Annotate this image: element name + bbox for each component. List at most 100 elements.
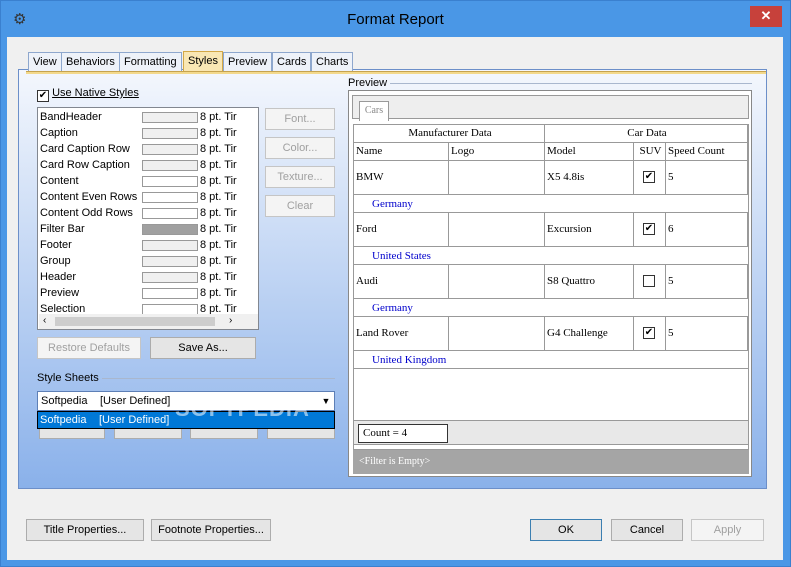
checkbox-unchecked-icon[interactable] <box>643 275 655 287</box>
style-list-item[interactable]: Group 8 pt. Tir <box>39 253 257 269</box>
checkbox-checked-icon[interactable]: ✔ <box>643 171 655 183</box>
style-name: Card Row Caption <box>40 159 130 171</box>
style-list-item[interactable]: Preview 8 pt. Tir <box>39 285 257 301</box>
style-name: Filter Bar <box>40 223 85 235</box>
chevron-right-icon[interactable]: › <box>229 315 232 326</box>
group-separator <box>102 378 335 379</box>
cell-suv <box>634 265 666 299</box>
preview-tab-strip: Cars <box>352 95 749 121</box>
style-font: 8 pt. Tir <box>200 255 237 267</box>
style-font: 8 pt. Tir <box>200 239 237 251</box>
cell-logo <box>449 317 545 351</box>
style-name: Caption <box>40 127 78 139</box>
group-separator <box>390 83 752 84</box>
style-list-item[interactable]: Filter Bar 8 pt. Tir <box>39 221 257 237</box>
style-font: 8 pt. Tir <box>200 143 237 155</box>
style-list-item[interactable]: Content 8 pt. Tir <box>39 173 257 189</box>
style-name: BandHeader <box>40 111 102 123</box>
font-button[interactable]: Font... <box>265 108 335 130</box>
style-color-swatch <box>142 224 198 235</box>
style-list-item[interactable]: Content Even Rows 8 pt. Tir <box>39 189 257 205</box>
style-font: 8 pt. Tir <box>200 271 237 283</box>
style-name: Preview <box>40 287 80 299</box>
style-name: Content Odd Rows <box>40 207 133 219</box>
watermark: SOFTPEDIA <box>175 396 310 421</box>
combo-selected-name: Softpedia <box>41 395 88 407</box>
ok-button[interactable]: OK <box>530 519 602 541</box>
scroll-thumb[interactable] <box>55 317 215 326</box>
cell-speed-count: 5 <box>666 265 748 299</box>
tab-cards[interactable]: Cards <box>272 52 312 72</box>
tab-preview[interactable]: Preview <box>223 52 273 72</box>
style-name: Footer <box>40 239 72 251</box>
column-header-logo: Logo <box>449 143 545 161</box>
style-color-swatch <box>142 288 198 299</box>
style-font: 8 pt. Tir <box>200 223 237 235</box>
style-color-swatch <box>142 112 198 123</box>
restore-defaults-button[interactable]: Restore Defaults <box>37 337 141 359</box>
style-list-item[interactable]: Caption 8 pt. Tir <box>39 125 257 141</box>
filter-bar[interactable]: <Filter is Empty> <box>353 450 749 474</box>
clear-button[interactable]: Clear <box>265 195 335 217</box>
style-color-swatch <box>142 256 198 267</box>
column-header-model: Model <box>545 143 634 161</box>
tab-charts[interactable]: Charts <box>311 52 354 72</box>
cell-speed-count: 5 <box>666 161 748 195</box>
styles-listbox[interactable]: BandHeader 8 pt. Tir Caption 8 pt. Tir Card … <box>37 107 259 330</box>
tab-styles[interactable]: Styles <box>183 51 223 73</box>
style-color-swatch <box>142 208 198 219</box>
use-native-styles-label: Use Native Styles <box>52 87 139 99</box>
checkbox-checked-icon[interactable]: ✔ <box>643 223 655 235</box>
style-color-swatch <box>142 128 198 139</box>
preview-grid: Manufacturer Data Car Data Name Logo Mod… <box>353 124 749 450</box>
style-font: 8 pt. Tir <box>200 111 237 123</box>
style-name: Group <box>40 255 71 267</box>
column-header-name: Name <box>354 143 449 161</box>
apply-button[interactable]: Apply <box>691 519 764 541</box>
cell-model: X5 4.8is <box>545 161 634 195</box>
footnote-properties-button[interactable]: Footnote Properties... <box>151 519 271 541</box>
tab-underline <box>26 71 766 74</box>
style-font: 8 pt. Tir <box>200 175 237 187</box>
save-as-button[interactable]: Save As... <box>150 337 256 359</box>
preview-country: United States <box>372 250 431 262</box>
dropdown-arrow-icon[interactable]: ▼ <box>318 392 334 410</box>
window-title: Format Report <box>347 11 444 28</box>
preview-country: Germany <box>372 302 413 314</box>
preview-country-row: United States <box>354 247 748 265</box>
tab-behaviors[interactable]: Behaviors <box>61 52 120 72</box>
texture-button[interactable]: Texture... <box>265 166 335 188</box>
color-button[interactable]: Color... <box>265 137 335 159</box>
band-header-manufacturer: Manufacturer Data <box>354 125 545 143</box>
cell-logo <box>449 161 545 195</box>
combo-selected-type: [User Defined] <box>100 395 171 407</box>
cell-name: BMW <box>354 161 449 195</box>
style-name: Card Caption Row <box>40 143 130 155</box>
chevron-left-icon[interactable]: ‹ <box>43 315 46 326</box>
style-list-item[interactable]: BandHeader 8 pt. Tir <box>39 109 257 125</box>
preview-country: United Kingdom <box>372 354 447 366</box>
column-header-suv: SUV <box>634 143 666 161</box>
style-list-item[interactable]: Card Caption Row 8 pt. Tir <box>39 141 257 157</box>
preview-panel: Cars Manufacturer Data Car Data Name Log… <box>348 90 752 477</box>
tab-view[interactable]: View <box>28 52 62 72</box>
use-native-styles-checkbox[interactable]: ✔ Use Native Styles <box>37 87 139 102</box>
close-button[interactable]: ✕ <box>750 6 782 27</box>
style-list-item[interactable]: Footer 8 pt. Tir <box>39 237 257 253</box>
tab-formatting[interactable]: Formatting <box>119 52 182 72</box>
cell-model: S8 Quattro <box>545 265 634 299</box>
style-list-item[interactable]: Card Row Caption 8 pt. Tir <box>39 157 257 173</box>
style-color-swatch <box>142 144 198 155</box>
cancel-button[interactable]: Cancel <box>611 519 683 541</box>
style-name: Header <box>40 271 77 283</box>
record-count: Count = 4 <box>358 424 448 443</box>
style-list-item[interactable]: Content Odd Rows 8 pt. Tir <box>39 205 257 221</box>
title-properties-button[interactable]: Title Properties... <box>26 519 144 541</box>
style-font: 8 pt. Tir <box>200 159 237 171</box>
cell-suv: ✔ <box>634 317 666 351</box>
preview-tab-cars[interactable]: Cars <box>359 101 389 121</box>
style-list-item[interactable]: Header 8 pt. Tir <box>39 269 257 285</box>
horizontal-scrollbar[interactable]: ‹ › <box>39 314 258 329</box>
checkbox-checked-icon[interactable]: ✔ <box>643 327 655 339</box>
style-font: 8 pt. Tir <box>200 191 237 203</box>
